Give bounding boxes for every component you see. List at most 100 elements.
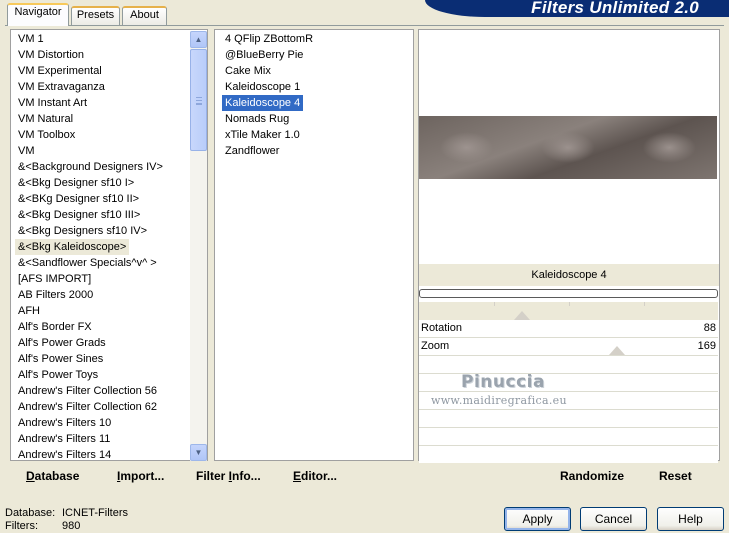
filter-item-label: Nomads Rug (225, 113, 290, 125)
filter-item[interactable]: Cake Mix (222, 63, 316, 79)
progress-bar (419, 289, 718, 298)
category-item-label: Andrew's Filter Collection 56 (18, 385, 158, 397)
category-item[interactable]: &<Bkg Designer sf10 III> (15, 207, 166, 223)
category-item-label: &<Bkg Designers sf10 IV> (18, 225, 148, 237)
filter-item[interactable]: Kaleidoscope 1 (222, 79, 316, 95)
filter-item[interactable]: Zandflower (222, 143, 316, 159)
param-row-rotation[interactable]: Rotation 88 (419, 320, 718, 338)
category-item-label: Andrew's Filters 10 (18, 417, 112, 429)
param-value: 88 (703, 322, 716, 334)
tab-panel-border (5, 25, 724, 26)
category-item-label: &<Bkg Designer sf10 I> (18, 177, 135, 189)
category-item-label: AFH (18, 305, 40, 317)
category-item[interactable]: Andrew's Filters 11 (15, 431, 166, 447)
rotation-slider-marker[interactable] (514, 311, 530, 320)
category-item[interactable]: &<Sandflower Specials^v^ > (15, 255, 166, 271)
category-item-label: &<Bkg Designer sf10 III> (18, 209, 141, 221)
category-item-label: VM Extravaganza (18, 81, 105, 93)
category-item-label: Alf's Power Grads (18, 337, 106, 349)
chevron-down-icon[interactable]: ▼ (190, 444, 207, 461)
category-item[interactable]: Alf's Border FX (15, 319, 166, 335)
category-item[interactable]: Andrew's Filters 10 (15, 415, 166, 431)
category-item-label: AB Filters 2000 (18, 289, 94, 301)
filter-item-label: @BlueBerry Pie (225, 49, 304, 61)
cancel-button[interactable]: Cancel (580, 507, 647, 531)
editor-button[interactable]: Editor... (293, 468, 337, 484)
category-item-label: Alf's Power Toys (18, 369, 99, 381)
preview-image (419, 116, 717, 179)
category-item-label: [AFS IMPORT] (18, 273, 92, 285)
filter-item-label: 4 QFlip ZBottomR (225, 33, 314, 45)
watermark-url: www.maidiregrafica.eu (431, 394, 567, 407)
category-item[interactable]: VM Experimental (15, 63, 166, 79)
param-row-empty (419, 428, 718, 446)
category-item[interactable]: &<BKg Designer sf10 II> (15, 191, 166, 207)
filter-item-label: xTile Maker 1.0 (225, 129, 300, 141)
slider-track-area (419, 302, 718, 320)
help-button[interactable]: Help (657, 507, 724, 531)
category-item-label: VM 1 (18, 33, 44, 45)
tab-about[interactable]: About (122, 6, 167, 25)
filter-item-label: Zandflower (225, 145, 280, 157)
category-item-label: &<Bkg Kaleidoscope> (15, 239, 130, 255)
category-item[interactable]: Andrew's Filter Collection 56 (15, 383, 166, 399)
tab-navigator[interactable]: Navigator (7, 3, 69, 26)
category-item-label: Alf's Border FX (18, 321, 92, 333)
category-item[interactable]: &<Background Designers IV> (15, 159, 166, 175)
category-scrollbar[interactable]: ▲ ▼ (190, 31, 207, 461)
category-item[interactable]: [AFS IMPORT] (15, 271, 166, 287)
scrollbar-thumb[interactable] (190, 49, 207, 151)
category-item[interactable]: &<Bkg Designer sf10 I> (15, 175, 166, 191)
status-filters-label: Filters: (5, 520, 38, 532)
category-item[interactable]: Andrew's Filter Collection 62 (15, 399, 166, 415)
category-item[interactable]: VM Extravaganza (15, 79, 166, 95)
filter-item[interactable]: @BlueBerry Pie (222, 47, 316, 63)
category-item[interactable]: Alf's Power Sines (15, 351, 166, 367)
category-item[interactable]: VM Natural (15, 111, 166, 127)
filter-list[interactable]: 4 QFlip ZBottomR @BlueBerry Pie Cake Mix Ka… (214, 29, 414, 461)
category-item[interactable]: VM Instant Art (15, 95, 166, 111)
apply-button[interactable]: Apply (504, 507, 571, 531)
category-item[interactable]: &<Bkg Designers sf10 IV> (15, 223, 166, 239)
category-item-label: VM (18, 145, 35, 157)
database-button[interactable]: Database (26, 468, 79, 484)
category-item[interactable]: VM Distortion (15, 47, 166, 63)
category-item[interactable]: VM Toolbox (15, 127, 166, 143)
filter-info-button[interactable]: Filter Info... (196, 468, 261, 484)
category-item-label: Andrew's Filters 14 (18, 449, 112, 461)
filter-item[interactable]: Kaleidoscope 4 (222, 95, 316, 111)
category-item[interactable]: &<Bkg Kaleidoscope> (15, 239, 166, 255)
category-item[interactable]: AFH (15, 303, 166, 319)
category-list[interactable]: VM 1 VM Distortion VM Experimental VM Extra… (10, 29, 208, 461)
category-item-label: VM Toolbox (18, 129, 76, 141)
category-item-label: Andrew's Filters 11 (18, 433, 111, 445)
filter-item[interactable]: xTile Maker 1.0 (222, 127, 316, 143)
reset-button[interactable]: Reset (659, 468, 692, 484)
category-item[interactable]: VM (15, 143, 166, 159)
randomize-button[interactable]: Randomize (560, 468, 624, 484)
category-item[interactable]: VM 1 (15, 31, 166, 47)
filter-item[interactable]: 4 QFlip ZBottomR (222, 31, 316, 47)
category-item[interactable]: AB Filters 2000 (15, 287, 166, 303)
chevron-up-icon[interactable]: ▲ (190, 31, 207, 48)
status-filters-value: 980 (62, 520, 81, 532)
category-item[interactable]: Andrew's Filters 14 (15, 447, 166, 461)
filter-item-label: Kaleidoscope 4 (222, 95, 304, 111)
filter-item[interactable]: Nomads Rug (222, 111, 316, 127)
selected-filter-name: Kaleidoscope 4 (419, 264, 719, 286)
filter-list-items: 4 QFlip ZBottomR @BlueBerry Pie Cake Mix Ka… (222, 31, 316, 159)
window-title: Filters Unlimited 2.0 (531, 0, 699, 17)
category-item-label: Alf's Power Sines (18, 353, 104, 365)
category-item-label: VM Natural (18, 113, 74, 125)
status-database-label: Database: (5, 507, 56, 519)
category-item[interactable]: Alf's Power Grads (15, 335, 166, 351)
category-item[interactable]: Alf's Power Toys (15, 367, 166, 383)
zoom-slider-marker[interactable] (609, 346, 625, 355)
import-button[interactable]: Import... (117, 468, 164, 484)
param-value: 169 (697, 340, 716, 352)
tab-presets[interactable]: Presets (71, 6, 120, 25)
category-item-label: VM Instant Art (18, 97, 88, 109)
filter-item-label: Cake Mix (225, 65, 271, 77)
param-row-zoom[interactable]: Zoom 169 (419, 338, 718, 356)
param-row-empty (419, 410, 718, 428)
